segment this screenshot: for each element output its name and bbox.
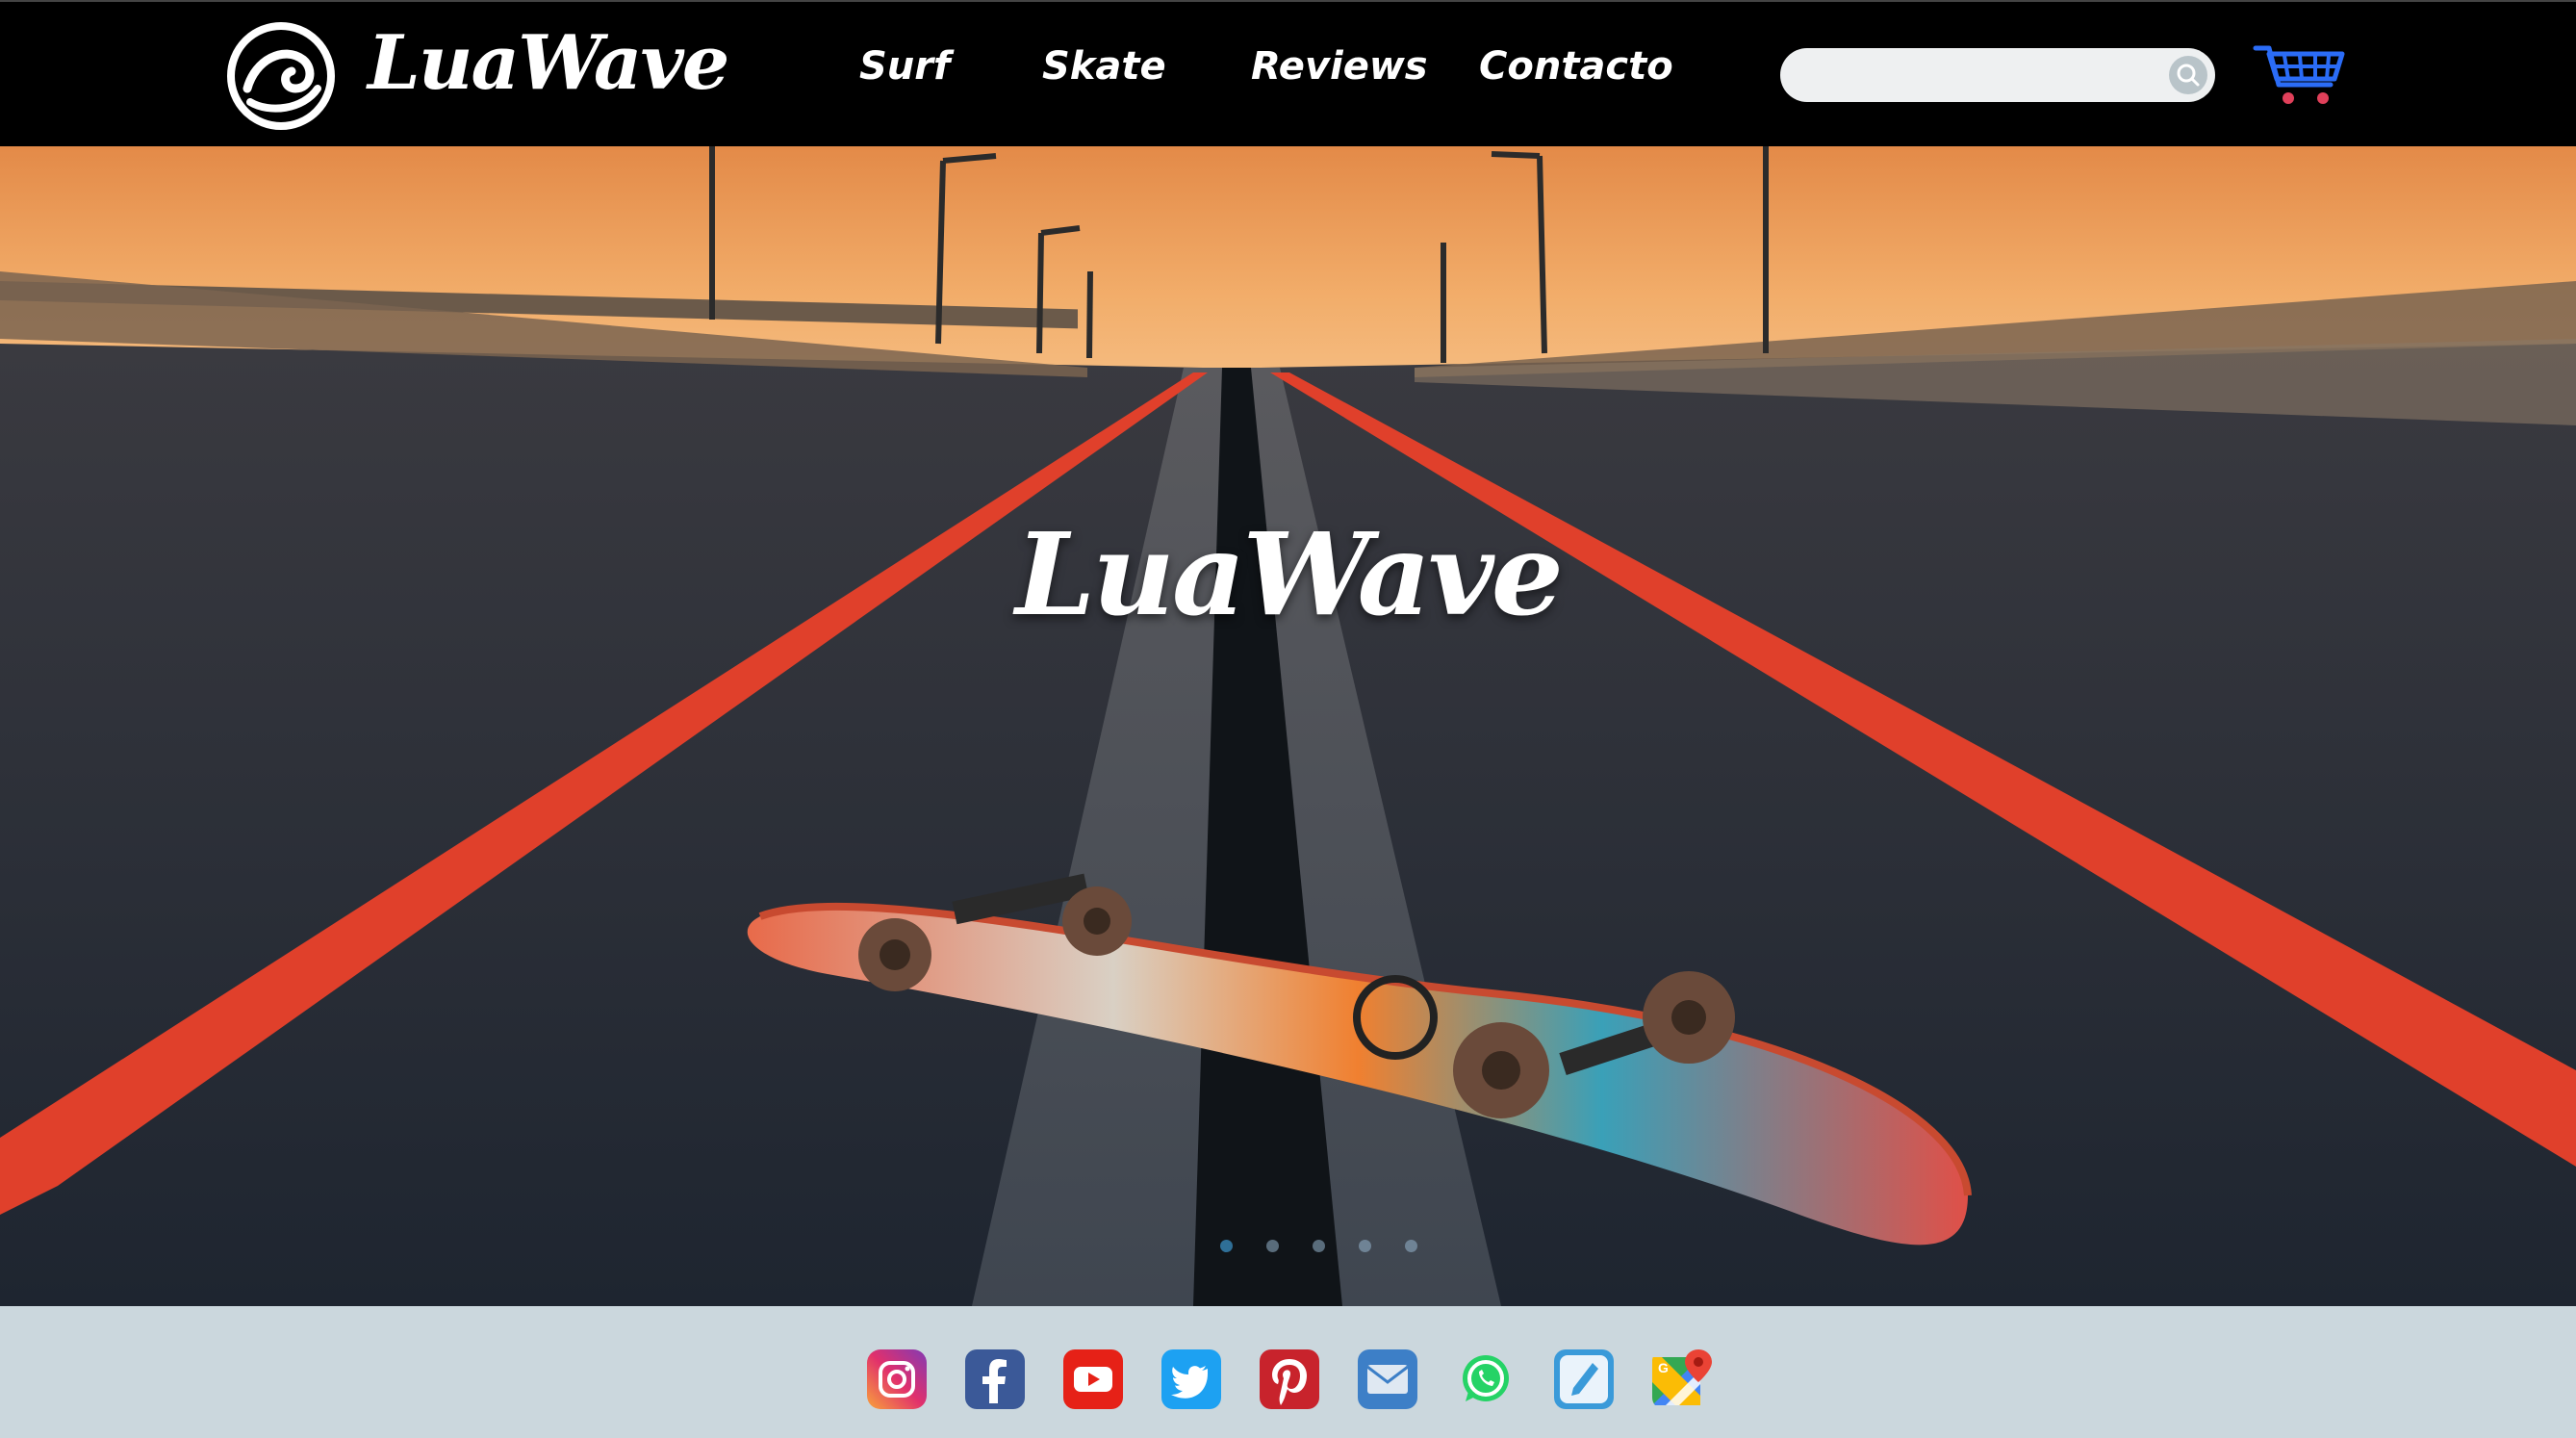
hero-background-image: [0, 146, 2576, 1306]
search-bar: [1780, 48, 2215, 102]
search-input[interactable]: [1801, 56, 2152, 96]
slide-dot-4[interactable]: [1359, 1240, 1371, 1252]
nav-item-surf[interactable]: Surf: [859, 44, 950, 89]
svg-text:G: G: [1658, 1360, 1669, 1375]
twitter-icon[interactable]: [1161, 1349, 1221, 1409]
wave-logo-icon[interactable]: [226, 21, 337, 132]
pinterest-icon[interactable]: [1260, 1349, 1319, 1409]
slide-dot-2[interactable]: [1266, 1240, 1279, 1252]
nav-item-contacto[interactable]: Contacto: [1479, 44, 1673, 89]
hero-slideshow[interactable]: LuaWave: [0, 146, 2576, 1306]
whatsapp-icon[interactable]: [1456, 1349, 1516, 1409]
nav-item-reviews[interactable]: Reviews: [1251, 44, 1428, 89]
nav-item-skate[interactable]: Skate: [1042, 44, 1166, 89]
shopping-cart-icon[interactable]: [2252, 40, 2348, 110]
facebook-icon[interactable]: [965, 1349, 1025, 1409]
slide-dot-1[interactable]: [1220, 1240, 1233, 1252]
google-maps-icon[interactable]: G: [1652, 1349, 1712, 1409]
top-navbar: LuaWave Surf Skate Reviews Contacto: [0, 0, 2576, 146]
instagram-icon[interactable]: [867, 1349, 927, 1409]
slide-dot-5[interactable]: [1405, 1240, 1417, 1252]
social-bar: G: [0, 1306, 2576, 1438]
slide-dot-3[interactable]: [1313, 1240, 1325, 1252]
youtube-icon[interactable]: [1063, 1349, 1123, 1409]
search-icon: [2177, 64, 2200, 87]
brand-name[interactable]: LuaWave: [368, 19, 729, 107]
phone-icon[interactable]: [1554, 1349, 1614, 1409]
search-button[interactable]: [2169, 56, 2207, 94]
email-icon[interactable]: [1358, 1349, 1417, 1409]
hero-title: LuaWave: [1015, 507, 1564, 641]
